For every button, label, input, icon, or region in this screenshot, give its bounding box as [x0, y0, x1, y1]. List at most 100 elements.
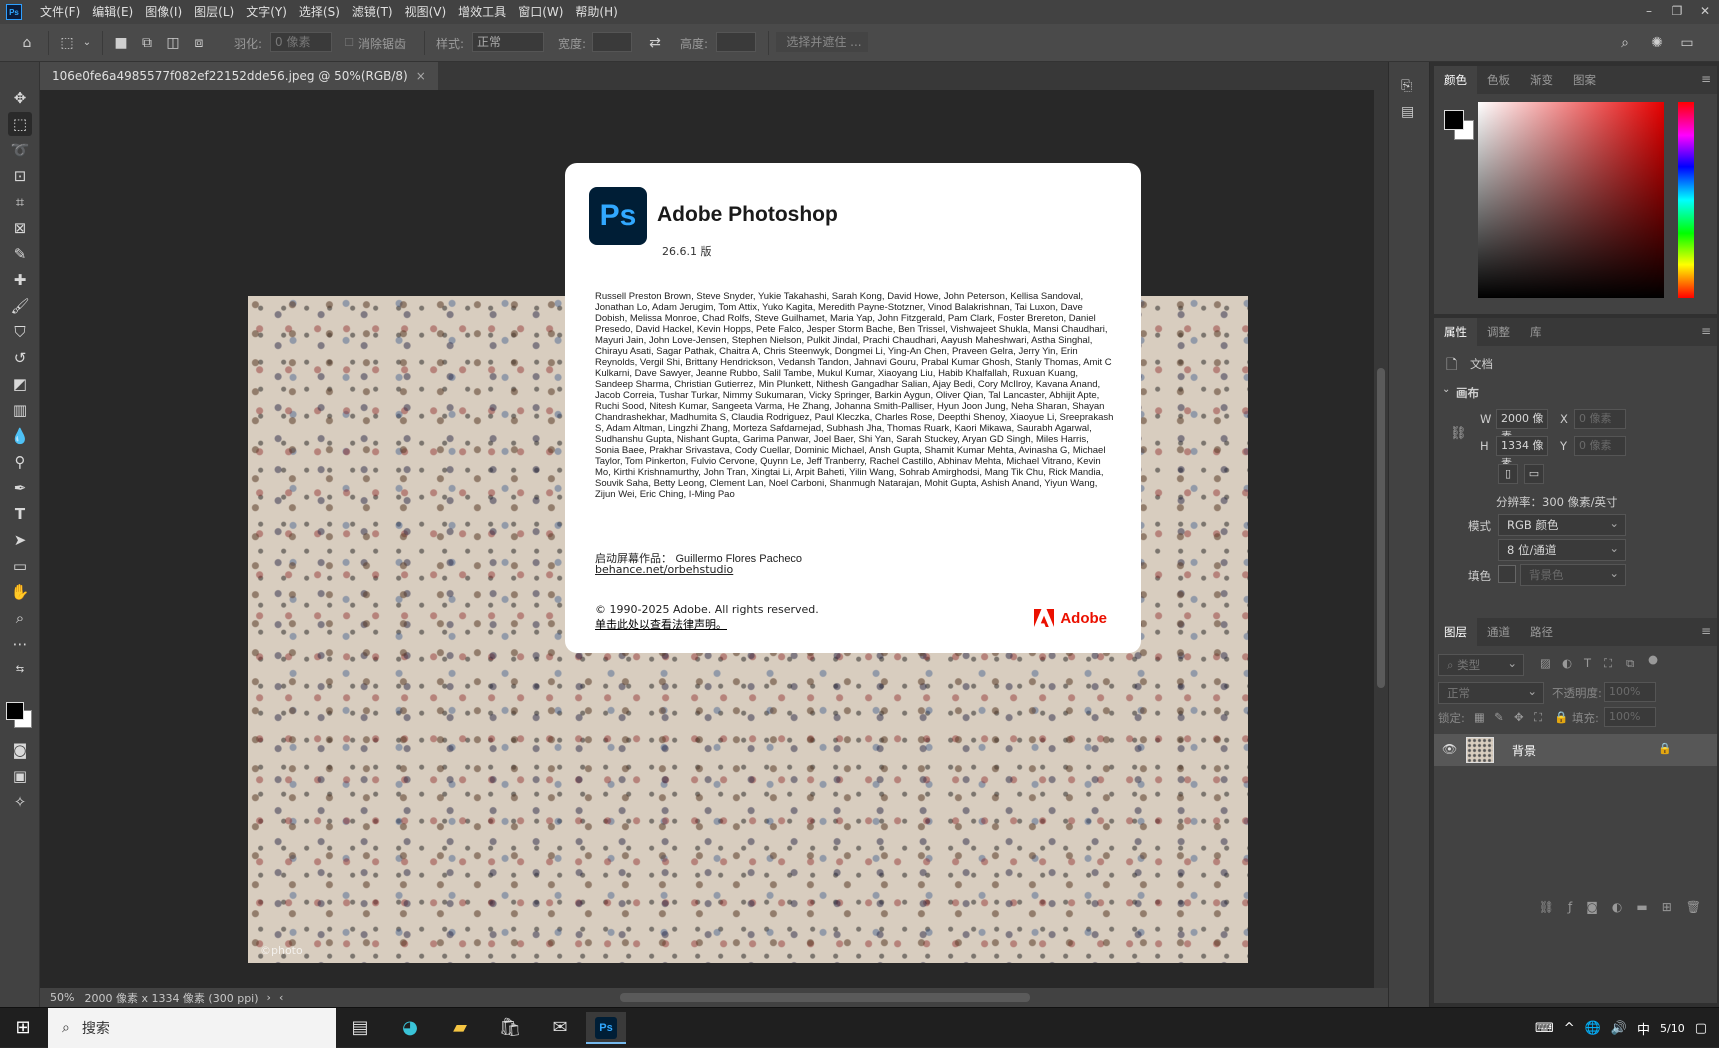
new-selection-icon[interactable]: ■ [110, 32, 132, 54]
type-tool-icon[interactable]: T [8, 502, 32, 526]
brush-tool-icon[interactable]: 🖌 [8, 294, 32, 318]
horizontal-scroll-thumb[interactable] [620, 993, 1030, 1002]
minimize-button[interactable]: – [1635, 0, 1663, 22]
height-input[interactable] [716, 32, 756, 52]
x-input[interactable]: 0 像素 [1574, 409, 1626, 429]
close-tab-icon[interactable]: × [416, 69, 426, 83]
about-dialog[interactable]: Ps Adobe Photoshop 26.6.1 版 Russell Pres… [565, 163, 1141, 653]
lock-position-icon[interactable]: ✥ [1514, 710, 1524, 724]
fx-icon[interactable]: ƒ [1568, 900, 1572, 922]
foreground-color-swatch[interactable] [1444, 110, 1464, 130]
restore-button[interactable]: ❐ [1663, 0, 1691, 22]
zoom-tool-icon[interactable]: ⌕ [8, 606, 32, 630]
lasso-tool-icon[interactable]: ➰ [8, 138, 32, 162]
layer-filter-select[interactable]: ⌕ 类型 [1438, 653, 1524, 676]
tab-gradients[interactable]: 渐变 [1520, 66, 1563, 94]
adjustment-layer-icon[interactable]: ◐ [1612, 900, 1622, 922]
ime-indicator[interactable]: 中 [1637, 1019, 1650, 1038]
filter-adjustment-icon[interactable]: ◐ [1562, 656, 1572, 670]
photoshop-app-icon[interactable]: Ps [6, 4, 22, 20]
windows-start-icon[interactable]: ⊞ [0, 1008, 46, 1048]
menu-edit[interactable]: 编辑(E) [86, 0, 139, 24]
chevron-down-icon[interactable]: ⌄ [76, 32, 98, 54]
feather-input[interactable]: 0 像素 [270, 32, 332, 52]
dodge-tool-icon[interactable]: ⚲ [8, 450, 32, 474]
eraser-tool-icon[interactable]: ◩ [8, 372, 32, 396]
menu-type[interactable]: 文字(Y) [240, 0, 293, 24]
comments-panel-icon[interactable]: ▤ [1401, 104, 1414, 120]
blur-tool-icon[interactable]: 💧 [8, 424, 32, 448]
menu-image[interactable]: 图像(I) [139, 0, 188, 24]
search-icon[interactable]: ⌕ [1614, 32, 1636, 54]
menu-plugins[interactable]: 增效工具 [452, 0, 512, 24]
tab-paths[interactable]: 路径 [1520, 618, 1563, 646]
menu-file[interactable]: 文件(F) [34, 0, 86, 24]
close-button[interactable]: ✕ [1691, 0, 1719, 22]
scroll-left-icon[interactable]: ‹ [279, 991, 283, 1004]
tab-libraries[interactable]: 库 [1520, 318, 1552, 346]
blend-mode-select[interactable]: 正常 [1438, 681, 1544, 704]
portrait-icon[interactable]: ▯ [1498, 464, 1518, 484]
landscape-icon[interactable]: ▭ [1524, 464, 1544, 484]
tab-adjustments[interactable]: 调整 [1477, 318, 1520, 346]
workspace-icon[interactable]: ▭ [1676, 32, 1698, 54]
vertical-scroll-thumb[interactable] [1377, 368, 1385, 688]
tab-color[interactable]: 颜色 [1434, 66, 1477, 94]
taskbar-search[interactable]: ⌕ 搜索 [48, 1008, 336, 1048]
hue-slider[interactable] [1678, 102, 1694, 298]
path-selection-tool-icon[interactable]: ➤ [8, 528, 32, 552]
menu-window[interactable]: 窗口(W) [512, 0, 569, 24]
foreground-color-swatch[interactable] [6, 702, 24, 720]
add-to-selection-icon[interactable]: ⧉ [136, 32, 158, 54]
add-mask-icon[interactable]: ◙ [1586, 900, 1598, 922]
generative-fill-icon[interactable]: ✧ [8, 790, 32, 814]
rectangular-marquee-tool-icon[interactable]: ⬚ [8, 112, 32, 136]
antialias-checkbox[interactable]: ☐ [338, 32, 360, 54]
bit-depth-select[interactable]: 8 位/通道 [1498, 538, 1626, 561]
filter-smart-object-icon[interactable]: ⧉ [1626, 656, 1634, 671]
file-explorer-icon[interactable]: ▰ [440, 1012, 480, 1044]
menu-layer[interactable]: 图层(L) [188, 0, 240, 24]
pen-tool-icon[interactable]: ✒ [8, 476, 32, 500]
filter-shape-icon[interactable]: ⛶ [1604, 656, 1612, 671]
filter-pixel-icon[interactable]: ▨ [1540, 656, 1551, 670]
panel-menu-icon[interactable]: ≡ [1701, 72, 1711, 86]
canvas-width-input[interactable]: 2000 像素 [1496, 409, 1548, 443]
lock-artboard-icon[interactable]: ⛶ [1534, 710, 1542, 725]
panel-menu-icon[interactable]: ≡ [1701, 324, 1711, 338]
layer-row[interactable]: 👁 背景 🔒 [1434, 734, 1717, 766]
mail-icon[interactable]: ✉ [540, 1012, 580, 1044]
volume-icon[interactable]: 🔊 [1611, 1021, 1627, 1036]
store-icon[interactable]: 🛍 [490, 1012, 530, 1044]
color-mode-select[interactable]: RGB 颜色 [1498, 513, 1626, 536]
clone-stamp-tool-icon[interactable]: ⛉ [8, 320, 32, 344]
vertical-scrollbar[interactable] [1374, 90, 1388, 988]
lock-transparent-icon[interactable]: ▦ [1474, 710, 1485, 724]
filter-type-icon[interactable]: T [1584, 656, 1591, 670]
new-layer-icon[interactable]: ⊞ [1662, 900, 1672, 922]
menu-filter[interactable]: 滤镜(T) [346, 0, 399, 24]
tab-layers[interactable]: 图层 [1434, 618, 1477, 646]
keyboard-icon[interactable]: ⌨ [1535, 1021, 1554, 1036]
zoom-level[interactable]: 50% [40, 991, 84, 1004]
y-input[interactable]: 0 像素 [1574, 436, 1626, 456]
menu-select[interactable]: 选择(S) [293, 0, 346, 24]
marquee-preset-icon[interactable]: ⬚ [56, 32, 78, 54]
panel-menu-icon[interactable]: ≡ [1701, 624, 1711, 638]
chevron-up-icon[interactable]: ^ [1564, 1021, 1575, 1036]
link-icon[interactable]: ⛓ [1450, 426, 1467, 441]
gradient-tool-icon[interactable]: ▥ [8, 398, 32, 422]
subtract-selection-icon[interactable]: ◫ [162, 32, 184, 54]
document-tab[interactable]: 106e0fe6a4985577f082ef22152dde56.jpeg @ … [40, 62, 438, 90]
lock-all-icon[interactable]: 🔒 [1554, 710, 1568, 724]
menu-view[interactable]: 视图(V) [399, 0, 453, 24]
quick-mask-icon[interactable]: ◙ [8, 738, 32, 762]
tab-channels[interactable]: 通道 [1477, 618, 1520, 646]
visibility-eye-icon[interactable]: 👁 [1442, 742, 1457, 756]
fill-select[interactable]: 背景色 [1520, 563, 1626, 586]
move-tool-icon[interactable]: ✥ [8, 86, 32, 110]
style-select[interactable]: 正常 [472, 32, 544, 52]
swap-icon[interactable]: ⇄ [644, 32, 666, 54]
layer-fill-input[interactable]: 100% [1604, 707, 1656, 727]
chevron-right-icon[interactable]: › [259, 991, 279, 1004]
